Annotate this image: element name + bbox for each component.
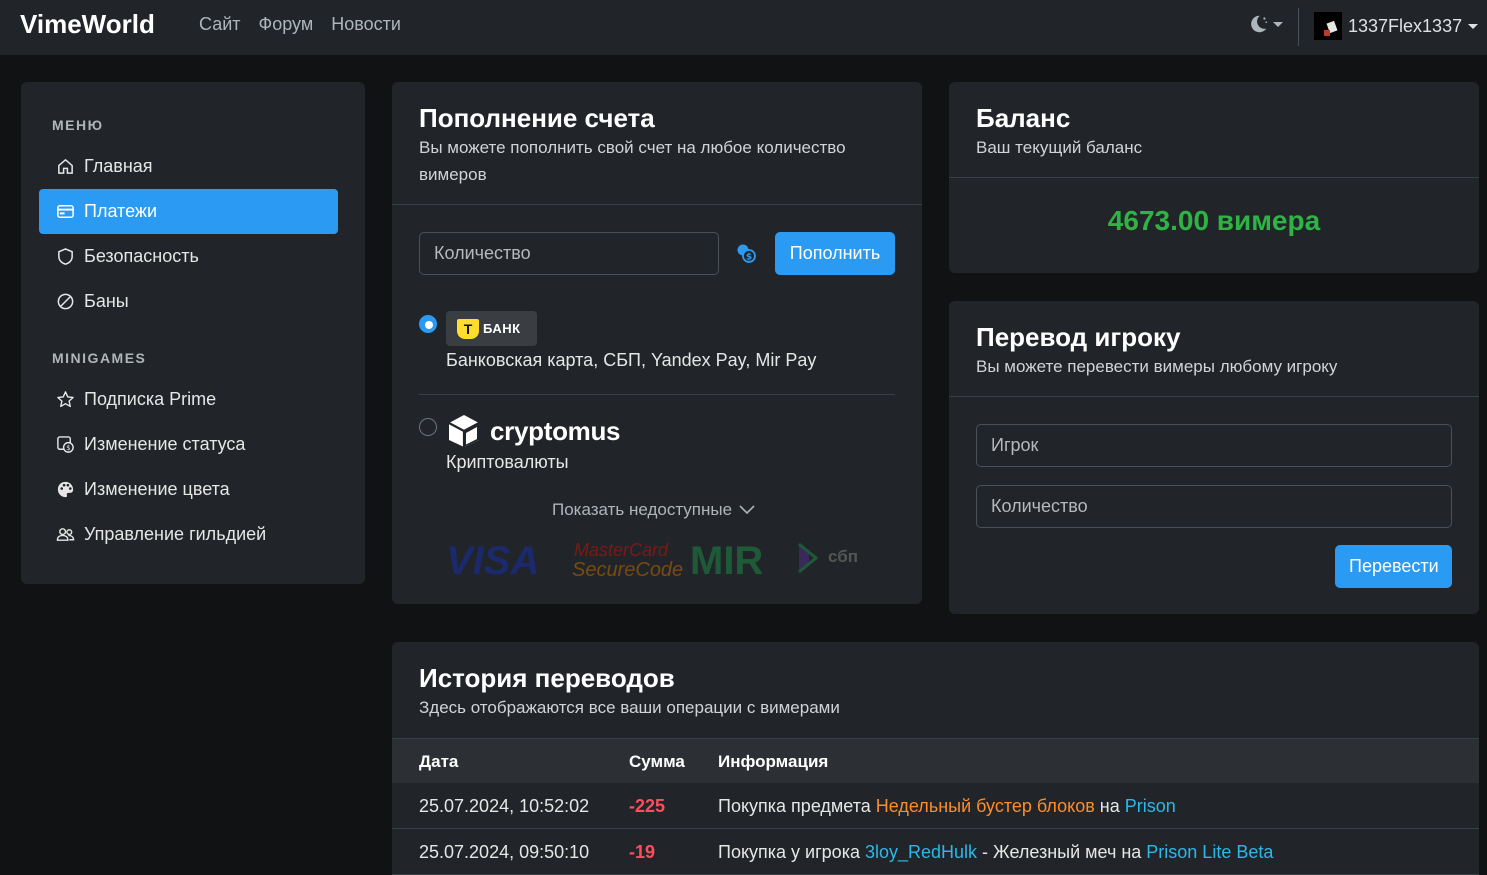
navbar: VimeWorld Сайт Форум Новости 1337Flex133…: [0, 0, 1487, 55]
topup-subtitle: Вы можете пополнить свой счет на любое к…: [419, 138, 846, 184]
payment-brand-logos: VISA MasterCard SecureCode MIR сбп: [446, 539, 858, 580]
balance-subtitle: Ваш текущий баланс: [976, 138, 1143, 157]
show-unavailable-toggle[interactable]: Показать недоступные: [552, 500, 755, 520]
sidebar-item-label: Платежи: [84, 201, 158, 221]
avatar: [1314, 12, 1342, 40]
moon-icon: [1251, 15, 1268, 33]
sidebar-item-label: Баны: [84, 291, 129, 311]
transfer-title: Перевод игроку: [976, 322, 1181, 352]
column-header-info: Информация: [718, 752, 829, 771]
sidebar-item-security[interactable]: Безопасность: [39, 234, 338, 279]
coins-icon[interactable]: $: [736, 243, 758, 265]
table-row: 25.07.2024, 10:52:02 -225 Покупка предме…: [392, 783, 1479, 829]
nav-link-site[interactable]: Сайт: [199, 14, 241, 35]
payment-method-radio-cryptomus[interactable]: [419, 418, 437, 436]
sidebar-heading-menu: МЕНЮ: [52, 117, 104, 133]
chevron-down-icon: [739, 505, 755, 515]
theme-toggle[interactable]: [1247, 13, 1283, 35]
sidebar-item-label: Главная: [84, 156, 153, 176]
sidebar-item-label: Подписка Prime: [84, 389, 217, 409]
player-link[interactable]: 3loy_RedHulk: [865, 842, 977, 862]
divider: [392, 204, 922, 205]
chevron-down-icon: [1468, 23, 1479, 29]
server-link[interactable]: Prison: [1125, 796, 1176, 816]
tbank-logo-text: БАНК: [483, 321, 521, 336]
people-icon: [56, 528, 75, 541]
sidebar: МЕНЮ Главная Платежи Безопасность Баны M…: [21, 82, 365, 584]
nav-link-news[interactable]: Новости: [331, 14, 401, 35]
sidebar-item-bans[interactable]: Баны: [39, 279, 338, 324]
home-icon: [58, 158, 73, 174]
row-amount: -19: [629, 842, 656, 862]
brand-logo[interactable]: VimeWorld: [20, 9, 155, 40]
row-date: 25.07.2024, 09:50:10: [419, 842, 590, 862]
item-link[interactable]: Недельный бустер блоков: [876, 796, 1095, 816]
user-menu[interactable]: 1337Flex1337: [1314, 12, 1479, 40]
star-icon: [57, 391, 74, 408]
mastercard-logo: MasterCard: [574, 540, 669, 560]
credit-card-icon: [57, 205, 74, 218]
svg-text:сбп: сбп: [828, 547, 858, 566]
sidebar-item-color[interactable]: Изменение цвета: [39, 467, 338, 512]
balance-card: Баланс Ваш текущий баланс: [949, 82, 1479, 273]
topup-title: Пополнение счета: [419, 103, 655, 133]
sidebar-item-label: Управление гильдией: [84, 524, 267, 544]
cryptomus-description: Криптовалюты: [446, 452, 569, 472]
server-link[interactable]: Prison Lite Beta: [1146, 842, 1273, 862]
column-header-amount: Сумма: [629, 752, 685, 771]
row-info: Покупка у игрока 3loy_RedHulk - Железный…: [718, 842, 1274, 862]
sidebar-item-label: Изменение цвета: [84, 479, 230, 499]
username: 1337Flex1337: [1348, 15, 1463, 36]
transfer-amount-input[interactable]: [976, 485, 1452, 528]
nav-link-forum[interactable]: Форум: [259, 14, 314, 35]
sbp-logo: сбп: [798, 542, 858, 574]
divider: [419, 394, 895, 395]
history-title: История переводов: [419, 663, 675, 693]
sidebar-heading-minigames: MINIGAMES: [52, 350, 147, 366]
sidebar-item-status[interactable]: $ Изменение статуса: [39, 422, 338, 467]
cube-icon: [448, 415, 480, 447]
tbank-description: Банковская карта, СБП, Yandex Pay, Mir P…: [446, 350, 817, 370]
status-coins-icon: $: [57, 436, 74, 453]
visa-logo: VISA: [446, 539, 539, 580]
show-unavailable-label: Показать недоступные: [552, 500, 733, 519]
sidebar-item-guild[interactable]: Управление гильдией: [39, 512, 338, 557]
mir-logo: MIR: [690, 539, 763, 580]
cryptomus-logo-text: cryptomus: [490, 415, 621, 446]
ban-icon: [57, 293, 74, 310]
chevron-down-icon: [1273, 21, 1283, 27]
topup-submit-button[interactable]: Пополнить: [775, 232, 895, 275]
sidebar-item-label: Безопасность: [84, 246, 199, 266]
payment-method-radio-tbank[interactable]: [419, 315, 437, 333]
palette-icon: [57, 481, 74, 498]
topup-amount-input[interactable]: [419, 232, 719, 275]
row-info: Покупка предмета Недельный бустер блоков…: [718, 796, 1176, 816]
transfer-submit-button[interactable]: Перевести: [1335, 545, 1452, 588]
nav-links: Сайт Форум Новости: [199, 14, 401, 35]
column-header-date: Дата: [419, 752, 459, 771]
cryptomus-logo: cryptomus: [446, 413, 621, 449]
transfer-player-input[interactable]: [976, 424, 1452, 467]
divider: [949, 396, 1479, 397]
sidebar-item-home[interactable]: Главная: [39, 144, 338, 189]
sidebar-item-prime[interactable]: Подписка Prime: [39, 377, 338, 422]
history-subtitle: Здесь отображаются все ваши операции с в…: [419, 698, 840, 717]
balance-title: Баланс: [976, 103, 1071, 133]
tbank-shield-icon: T: [457, 318, 479, 339]
transfer-subtitle: Вы можете перевести вимеры любому игроку: [976, 357, 1338, 376]
shield-icon: [58, 248, 73, 265]
table-row: 25.07.2024, 09:50:10 -19 Покупка у игрок…: [392, 829, 1479, 875]
tbank-logo: T БАНК: [446, 311, 537, 346]
sidebar-item-payments[interactable]: Платежи: [39, 189, 338, 234]
history-table-header: Дата Сумма Информация: [392, 738, 1479, 783]
nav-divider: [1298, 8, 1299, 46]
row-amount: -225: [629, 796, 666, 816]
securecode-logo: SecureCode: [572, 559, 683, 580]
svg-text:$: $: [66, 444, 70, 452]
row-date: 25.07.2024, 10:52:02: [419, 796, 590, 816]
sidebar-item-label: Изменение статуса: [84, 434, 246, 454]
balance-value: 4673.00 вимера: [1107, 205, 1321, 236]
divider: [949, 177, 1479, 178]
svg-text:$: $: [746, 253, 752, 263]
